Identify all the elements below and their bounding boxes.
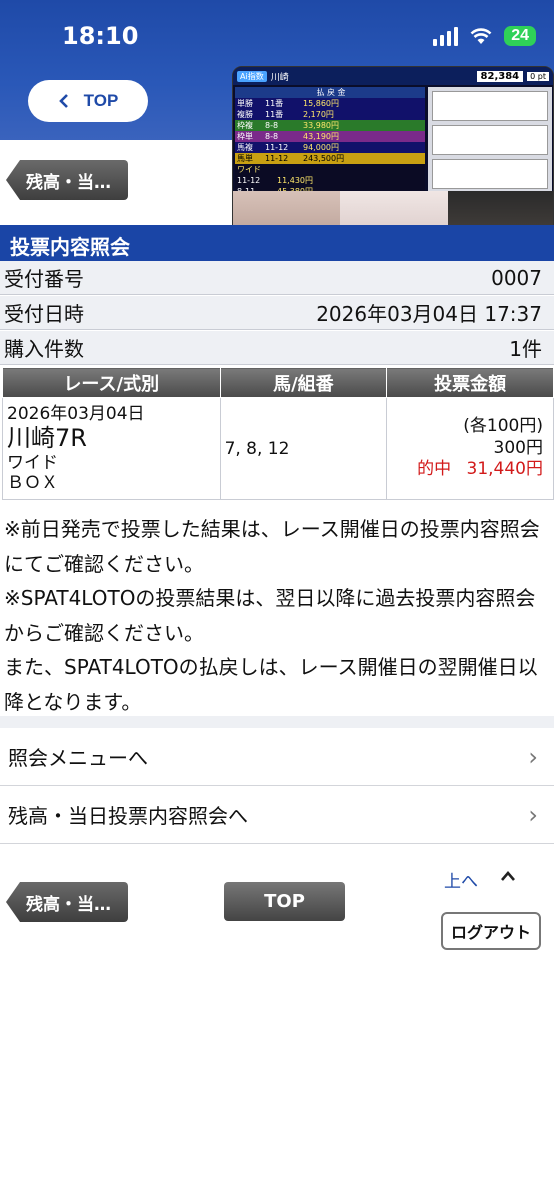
pip-side-panel — [428, 87, 552, 191]
chevron-right-icon: › — [528, 800, 538, 829]
pip-wide-row: 11-12 11,430円 — [235, 175, 425, 186]
footer-top-button[interactable]: TOP — [224, 882, 345, 921]
receipt-number-value: 0007 — [491, 265, 542, 290]
pip-race: 川崎 — [270, 72, 289, 83]
pip-row: 複勝 11番 2,170円 — [235, 109, 425, 120]
status-icons: 24 — [433, 26, 536, 46]
status-time: 18:10 — [62, 22, 139, 50]
chevron-right-icon: › — [528, 742, 538, 771]
divider — [0, 716, 554, 728]
pip-board: 払 戻 金 単勝 11番 15,860円 複勝 11番 2,170円 枠複 8-8 33,9… — [235, 87, 425, 197]
footer-top-label: TOP — [264, 891, 305, 912]
menu-inquiry-link[interactable]: 照会メニューへ › — [0, 728, 554, 786]
unit-amount: (各100円) — [463, 415, 543, 436]
pip-refund-label: 払 戻 金 — [235, 87, 425, 98]
signal-icon — [433, 26, 459, 46]
column-header: 投票金額 — [386, 367, 554, 398]
purchase-count-row: 購入件数 1件 — [0, 331, 554, 365]
footer-crumb-label: 残高・当… — [26, 894, 111, 915]
logout-button[interactable]: ログアウト — [441, 912, 541, 950]
bet-method: ＢＯＸ — [7, 473, 58, 494]
breadcrumb-balance-button[interactable]: 残高・当… — [6, 160, 128, 200]
hit-label: 的中 — [417, 459, 452, 480]
column-header: 馬/組番 — [219, 367, 388, 398]
pip-row: 枠単 8-8 43,190円 — [235, 131, 425, 142]
pip-balance: 82,384 — [476, 70, 524, 82]
menu-label: 照会メニューへ — [8, 746, 148, 770]
race-date: 2026年03月04日 — [7, 403, 145, 424]
table-row: 2026年03月04日 川崎7R ワイド ＢＯＸ 7, 8, 12 (各100円… — [2, 397, 554, 500]
chevron-up-icon[interactable] — [500, 866, 516, 887]
scroll-to-top-link[interactable]: 上へ — [444, 867, 478, 892]
note-text: ※SPAT4LOTOの投票結果は、翌日以降に過去投票内容照会からご確認ください。 — [4, 586, 536, 645]
breadcrumb-label: 残高・当… — [26, 172, 111, 193]
receipt-datetime-row: 受付日時 2026年03月04日 17:37 — [0, 296, 554, 330]
wifi-icon — [470, 28, 492, 44]
menu-balance-link[interactable]: 残高・当日投票内容照会へ › — [0, 786, 554, 844]
pip-row: 馬単 11-12 243,500円 — [235, 153, 425, 164]
total-amount: 300円 — [493, 437, 543, 458]
logout-label: ログアウト — [450, 923, 531, 942]
purchase-count-value: 1件 — [509, 337, 542, 361]
bet-table: レース/式別 馬/組番 投票金額 2026年03月04日 川崎7R ワイド ＢＯ… — [2, 367, 554, 500]
race-cell: 2026年03月04日 川崎7R ワイド ＢＯＸ — [2, 397, 221, 500]
horses-cell: 7, 8, 12 — [219, 397, 388, 500]
bet-type: ワイド — [7, 452, 58, 473]
note-text: ※前日発売で投票した結果は、レース開催日の投票内容照会にてご確認ください。 — [4, 517, 540, 576]
race-name: 川崎7R — [7, 423, 87, 452]
pip-points: 0 pt — [527, 71, 549, 81]
receipt-number-label: 受付番号 — [4, 267, 84, 291]
note-text: また、SPAT4LOTOの払戻しは、レース開催日の翌開催日以降となります。 — [4, 655, 538, 714]
battery-badge: 24 — [504, 26, 536, 46]
table-header-row: レース/式別 馬/組番 投票金額 — [2, 367, 554, 398]
receipt-datetime-label: 受付日時 — [4, 302, 84, 326]
pip-row: 単勝 11番 15,860円 — [235, 98, 425, 109]
amount-cell: (各100円) 300円 的中 31,440円 — [386, 397, 554, 500]
column-header: レース/式別 — [2, 367, 221, 398]
menu-label: 残高・当日投票内容照会へ — [8, 804, 248, 828]
pip-row: 馬複 11-12 94,000円 — [235, 142, 425, 153]
pip-video[interactable]: Ai指数 川崎 82,384 0 pt 払 戻 金 単勝 11番 15,860円 複… — [232, 66, 554, 244]
hit-amount: 的中 31,440円 — [387, 459, 543, 481]
chevron-left-icon — [58, 94, 68, 108]
pip-ai-label: Ai指数 — [237, 70, 267, 82]
purchase-count-label: 購入件数 — [4, 337, 84, 361]
receipt-number-row: 受付番号 0007 — [0, 261, 554, 295]
top-nav-label: TOP — [83, 91, 119, 110]
pip-wide-label: ワイド — [235, 164, 425, 175]
footer-balance-button[interactable]: 残高・当… — [6, 882, 128, 922]
pip-top-bar: Ai指数 川崎 82,384 0 pt — [233, 67, 553, 85]
section-title: 投票内容照会 — [0, 225, 554, 261]
pip-row: 枠複 8-8 33,980円 — [235, 120, 425, 131]
notes: ※前日発売で投票した結果は、レース開催日の投票内容照会にてご確認ください。 ※S… — [0, 512, 554, 719]
top-nav-button[interactable]: TOP — [28, 80, 148, 122]
hit-value: 31,440円 — [466, 459, 543, 480]
receipt-datetime-value: 2026年03月04日 17:37 — [316, 302, 542, 326]
